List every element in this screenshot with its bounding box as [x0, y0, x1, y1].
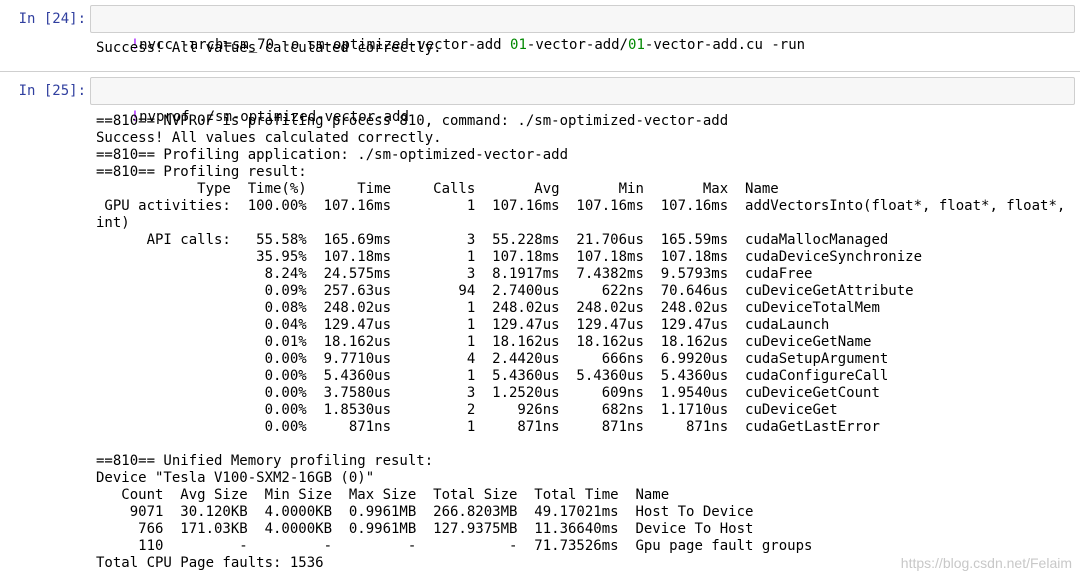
code-input-24[interactable]: !nvcc -arch=sm_70 -o sm-optimized-vector…: [90, 5, 1075, 53]
cell-output-24: Success! All values calculated correctly…: [96, 40, 442, 56]
cell-output-25: ==810== NVPROF is profiling process 810,…: [96, 113, 1066, 571]
cell-divider: [0, 71, 1080, 72]
input-token: -vector-add.cu -run: [644, 37, 806, 53]
code-input-25[interactable]: !nvprof ./sm-optimized-vector-add: [90, 77, 1075, 125]
input-prompt-24: In [24]:: [18, 11, 86, 27]
input-token: -vector-add/: [526, 37, 629, 53]
input-token: 01: [510, 37, 527, 53]
watermark: https://blog.csdn.net/Felaim: [900, 555, 1072, 571]
input-token: 01: [628, 37, 645, 53]
input-prompt-25: In [25]:: [18, 83, 86, 99]
